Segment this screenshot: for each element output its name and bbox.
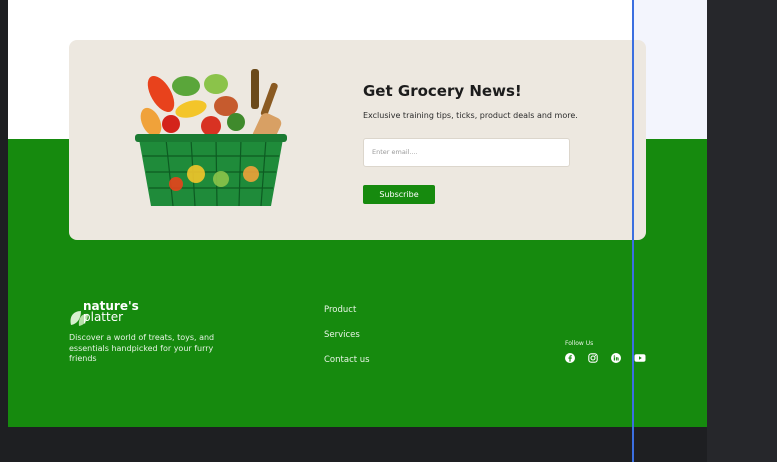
brand-logo-group[interactable]: nature's platter — [69, 299, 149, 329]
subscribe-button[interactable]: Subscribe — [363, 185, 435, 204]
linkedin-icon[interactable] — [611, 353, 621, 363]
grocery-basket-image — [135, 69, 287, 207]
follow-us-label: Follow Us — [565, 340, 594, 347]
newsletter-subtitle: Exclusive training tips, ticks, product … — [363, 111, 578, 120]
editor-guide-line[interactable] — [632, 0, 634, 462]
instagram-icon[interactable] — [588, 353, 598, 363]
youtube-icon[interactable] — [634, 353, 646, 363]
brand-description: Discover a world of treats, toys, and es… — [69, 333, 215, 363]
footer-link-product[interactable]: Product — [324, 305, 356, 315]
brand-name-line2: platter — [83, 310, 124, 324]
facebook-icon[interactable] — [565, 353, 575, 363]
footer-link-services[interactable]: Services — [324, 330, 360, 340]
footer-link-contact[interactable]: Contact us — [324, 355, 370, 365]
email-field[interactable]: Enter email.... — [363, 138, 570, 167]
newsletter-title: Get Grocery News! — [363, 82, 522, 100]
canvas-background — [0, 0, 8, 462]
newsletter-card: Get Grocery News! Exclusive training tip… — [69, 40, 646, 240]
editor-right-panel — [707, 0, 777, 462]
page-frame: Get Grocery News! Exclusive training tip… — [8, 0, 707, 427]
